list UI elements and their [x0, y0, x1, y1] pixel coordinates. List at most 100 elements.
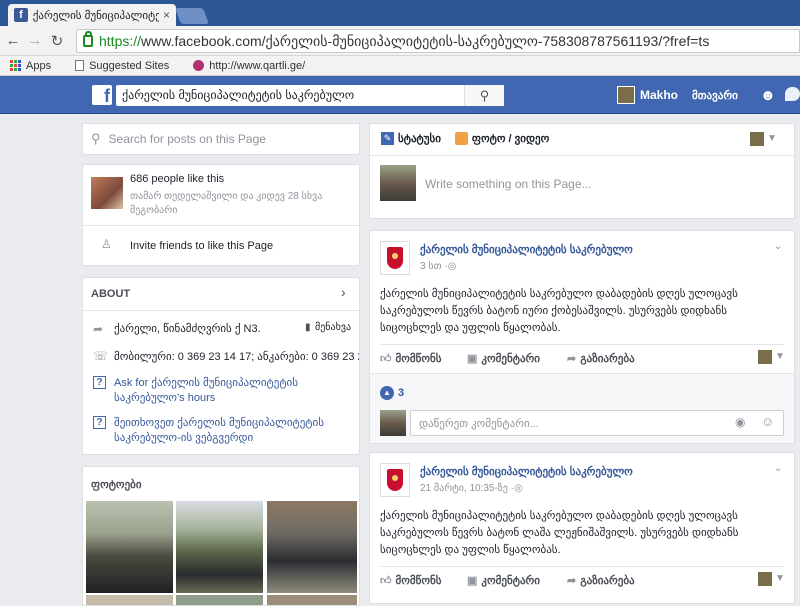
user-name: Makho: [640, 88, 679, 102]
avatar: [617, 86, 635, 104]
question-icon: ?: [93, 376, 106, 389]
invite-icon: ♙: [101, 237, 112, 251]
smiley-icon[interactable]: ☺: [761, 414, 774, 429]
site-favicon-icon: [193, 60, 205, 71]
post-text-line: საკრებულოს წევრს ბატონ ლაშა ლეჟნიშაშვილს…: [380, 527, 739, 539]
friends-avatars[interactable]: [91, 177, 123, 209]
bookmarks-bar: Apps Suggested Sites http://www.qartli.g…: [0, 56, 800, 76]
ask-hours-link-1[interactable]: Ask for ქარელის მუნიციპალიტეტის: [114, 376, 298, 389]
about-card: ABOUT › ➦ ქარელი, წინამძღვრის ქ N3. ▮ მე…: [82, 277, 360, 455]
comment-input[interactable]: დაწერეთ კომენტარი... ◉ ☺: [410, 410, 784, 436]
invite-friends-link[interactable]: Invite friends to like this Page: [130, 240, 273, 252]
share-icon: ➦: [567, 353, 577, 365]
photo-video-tab[interactable]: ფოტო / ვიდეო: [472, 132, 549, 145]
address-bar[interactable]: https://www.facebook.com/ქარელის-მუნიციპ…: [76, 29, 800, 53]
facebook-logo-icon[interactable]: f: [92, 85, 112, 106]
composer-input[interactable]: Write something on this Page...: [425, 177, 592, 191]
photo-thumbnail[interactable]: [176, 501, 263, 593]
tab-title: ქარელის მუნიციპალიტე: [32, 9, 159, 22]
forward-icon[interactable]: →: [24, 32, 46, 49]
bookmark-label: http://www.qartli.ge/: [209, 59, 306, 72]
reload-icon[interactable]: ↻: [46, 32, 68, 50]
profile-link[interactable]: Makho: [617, 86, 678, 104]
back-icon[interactable]: ←: [2, 32, 24, 49]
new-tab-button[interactable]: [175, 8, 209, 24]
ask-hours-link-2[interactable]: საკრებულო's hours: [114, 391, 215, 404]
likes-card: 686 people like this თამარ თედელაშვილი დ…: [82, 164, 360, 266]
audience-avatar[interactable]: [750, 132, 764, 146]
bookmark-qartli[interactable]: http://www.qartli.ge/: [193, 60, 305, 72]
chevron-down-icon[interactable]: ▼: [775, 351, 785, 362]
share-audience-avatar[interactable]: [758, 572, 772, 586]
friends-icon[interactable]: ☻: [760, 87, 776, 104]
search-value: ქარელის მუნიციპალიტეტის საკრებულო: [122, 88, 355, 102]
post-card: ქარელის მუნიციპალიტეტის საკრებულო 3 სთ ·…: [369, 230, 795, 444]
page-search-card[interactable]: ⚲ Search for posts on this Page: [82, 123, 360, 155]
divider: [370, 155, 794, 156]
bookmark-icon: ▮: [305, 322, 311, 333]
camera-icon[interactable]: ◉: [735, 415, 745, 429]
comment-button[interactable]: კომენტარი: [481, 352, 540, 365]
divider: [83, 225, 359, 226]
share-button[interactable]: გაზიარება: [580, 574, 634, 587]
tab-close-icon[interactable]: ×: [163, 8, 170, 22]
share-button[interactable]: გაზიარება: [580, 352, 634, 365]
facebook-search-input[interactable]: ქარელის მუნიციპალიტეტის საკრებულო ⚲: [116, 85, 504, 106]
chevron-down-icon[interactable]: ⌄: [774, 241, 782, 252]
post-time[interactable]: 3 სთ ·: [420, 261, 448, 272]
chevron-down-icon[interactable]: ⌄: [774, 463, 782, 474]
status-tab[interactable]: სტატუსი: [398, 132, 441, 145]
pencil-icon: ✎: [381, 132, 394, 145]
like-button[interactable]: მომწონს: [396, 574, 442, 587]
home-link[interactable]: მთავარი: [692, 89, 738, 102]
comment-button[interactable]: კომენტარი: [481, 574, 540, 587]
page-avatar[interactable]: [380, 241, 410, 275]
thumbs-up-icon: 👍︎: [380, 353, 392, 365]
commenter-avatar: [380, 410, 406, 436]
photos-title[interactable]: ფოტოები: [91, 478, 142, 491]
bookmark-label: Apps: [26, 59, 52, 72]
apps-icon: [10, 60, 21, 71]
browser-toolbar: ← → ↻ https://www.facebook.com/ქარელის-მ…: [0, 26, 800, 56]
globe-icon: ◎: [513, 483, 523, 494]
likes-friends: თამარ თედელაშვილი და კიდევ 28 სხვა მეგობ…: [130, 191, 323, 216]
search-icon[interactable]: ⚲: [464, 85, 504, 106]
messages-icon[interactable]: [785, 87, 800, 101]
bookmark-suggested-sites[interactable]: Suggested Sites: [75, 60, 169, 72]
thumbs-up-icon: 👍︎: [380, 575, 392, 587]
page-avatar[interactable]: [380, 463, 410, 497]
browser-tab-bar: f ქარელის მუნიციპალიტე ×: [0, 0, 800, 26]
page-icon: [75, 60, 85, 71]
chevron-down-icon[interactable]: ▼: [767, 133, 777, 144]
post-author[interactable]: ქარელის მუნიციპალიტეტის საკრებულო: [420, 465, 633, 478]
share-audience-avatar[interactable]: [758, 350, 772, 364]
page-search-placeholder: Search for posts on this Page: [108, 132, 266, 146]
likes-count[interactable]: 686 people like this: [130, 173, 224, 185]
composer-card: ✎ სტატუსი ფოტო / ვიდეო ▼ Write something…: [369, 123, 795, 219]
suggest-website-link-2[interactable]: საკრებულო-ის ვებგვერდი: [114, 431, 253, 444]
about-title[interactable]: ABOUT: [91, 288, 130, 300]
post-text-line: სიცოცხლეს და უფლის წყალობას.: [380, 544, 561, 556]
search-icon: ⚲: [91, 131, 101, 146]
address-save-link[interactable]: მენახვა: [315, 322, 351, 333]
post-text-line: სიცოცხლეს და უფლის წყალობას.: [380, 322, 561, 334]
suggest-website-link-1[interactable]: შეითხოვეთ ქარელის მუნიციპალიტეტის: [114, 416, 324, 429]
divider: [380, 344, 784, 345]
photos-card: ფოტოები: [82, 466, 360, 606]
chevron-down-icon[interactable]: ▼: [775, 573, 785, 584]
browser-tab[interactable]: f ქარელის მუნიციპალიტე ×: [8, 4, 176, 26]
post-author[interactable]: ქარელის მუნიციპალიტეტის საკრებულო: [420, 243, 633, 256]
chevron-right-icon[interactable]: ›: [341, 284, 346, 300]
location-icon: ➦: [93, 322, 104, 336]
bookmark-apps[interactable]: Apps: [10, 60, 51, 72]
reactions-count[interactable]: 3: [398, 387, 404, 399]
bookmark-label: Suggested Sites: [89, 59, 170, 72]
coat-of-arms-icon: [387, 247, 403, 269]
photo-thumbnail[interactable]: [86, 501, 173, 593]
url-scheme: https://: [99, 33, 142, 49]
post-time[interactable]: 21 მარტი, 10:35-ზე ·: [420, 483, 514, 494]
comment-icon: ▣: [467, 575, 478, 587]
like-reaction-icon: ▲: [380, 386, 394, 400]
photo-thumbnail[interactable]: [267, 501, 357, 593]
like-button[interactable]: მომწონს: [396, 352, 442, 365]
